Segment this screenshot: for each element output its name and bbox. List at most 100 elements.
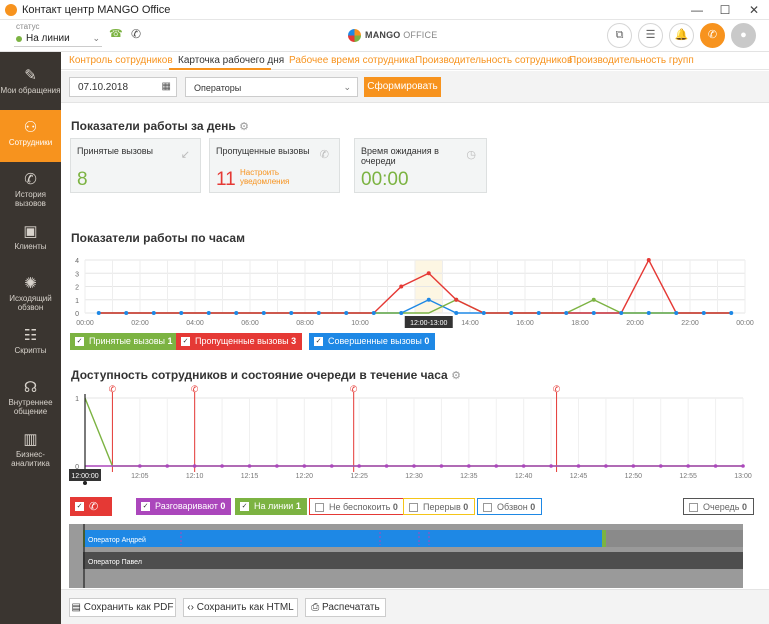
missed-call-icon[interactable]: ✆ [131,27,141,41]
missed-calls-toggle[interactable]: ✓ ✆ [70,497,112,516]
sidebar-item-internal-chat[interactable]: ☊ Внутреннее общение [0,370,61,422]
missed-calls-card: Пропущенные вызовы ✆ 11 Настроить уведом… [209,138,340,193]
missed-call-icon: ✆ [191,385,199,395]
date-field[interactable]: 07.10.2018 ▦ [69,77,177,97]
card-title: Время ожидания в очереди [361,146,439,166]
sidebar-item-clients[interactable]: ▣ Клиенты [0,214,61,266]
minimize-button[interactable]: — [683,0,711,20]
legend-outbound[interactable]: Обзвон 0 [477,498,543,515]
checkbox-checked-icon: ✓ [181,337,190,346]
data-point [646,311,651,315]
missed-call-icon: ✆ [319,149,329,161]
y-tick-label: 2 [75,285,79,292]
data-point [412,464,416,468]
chevron-down-icon: ⌄ [92,33,100,43]
sidebar-item-scripts[interactable]: ☷ Скрипты [0,318,61,370]
active-tab-indicator [169,68,271,70]
app-header: статус На линии ⌄ ☎ ✆ MANGO OFFICE ⧉ ☰ 🔔… [0,20,769,52]
gear-icon[interactable]: ⚙ [451,370,461,382]
x-tick-label: 22:00 [681,320,699,327]
legend-queue[interactable]: Очередь 0 [683,498,754,515]
checkbox-checked-icon: ✓ [314,337,323,346]
filter-toolbar: 07.10.2018 ▦ Операторы ⌄ Сформировать [61,71,769,103]
data-point [439,464,444,468]
legend-missed-calls[interactable]: ✓ Пропущенные вызовы 3 [176,333,303,350]
status-caption: статус [16,22,40,31]
legend-break[interactable]: Перерыв 0 [403,498,476,515]
group-value: Операторы [194,83,242,93]
x-tick-label: 00:00 [76,320,94,327]
tab-employee-worktime[interactable]: Рабочее время сотрудника [289,55,415,66]
sidebar-item-my-requests[interactable]: ✎ Мои обращения [0,58,61,110]
x-tick-label: 12:45 [570,473,588,480]
tab-employee-performance[interactable]: Производительность сотрудников [415,55,572,66]
data-point [275,464,279,468]
copy-icon[interactable]: ⧉ [607,23,632,48]
group-select[interactable]: Операторы ⌄ [185,77,358,97]
data-point [576,464,581,468]
data-point [316,311,321,315]
sidebar-item-label: Скрипты [14,346,47,355]
status-select[interactable]: На линии ⌄ [14,31,102,47]
calendar-icon[interactable]: ▦ [162,81,171,92]
x-tick-label: 12:35 [460,473,478,480]
accepted-calls-card: Принятые вызовы ↙ 8 [70,138,201,193]
checkbox-empty-icon [409,503,418,512]
call-button[interactable]: ✆ [700,23,725,48]
brand-name: MANGO [365,30,401,40]
availability-title: Доступность сотрудников и состояние очер… [71,368,448,382]
data-point [674,311,679,315]
tooltip-label: 12:00:00 [71,473,98,480]
print-button[interactable]: ⎙ Распечатать [305,598,386,617]
list-icon[interactable]: ☰ [638,23,663,48]
sidebar: ✎ Мои обращения ⚇ Сотрудники ✆ История вызово… [0,52,61,624]
x-tick-label: 12:55 [679,473,697,480]
operator-row-status [83,552,743,569]
maximize-button[interactable]: ☐ [711,0,739,20]
gear-icon[interactable]: ⚙ [239,121,249,133]
tab-group-performance[interactable]: Производительность групп [569,55,694,66]
sidebar-item-label: Мои обращения [0,86,61,95]
x-tick-label: 14:00 [461,320,479,327]
data-point [371,311,376,315]
legend-online[interactable]: ✓ На линии 1 [235,498,307,515]
avatar[interactable]: ● [731,23,756,48]
hourly-stats-chart: 0 1 2 3 4 00:00 02:00 04:00 06:00 08:00 10:00 12:00… [75,258,754,328]
incoming-call-icon: ↙ [180,149,190,161]
close-window-button[interactable]: ✕ [740,0,768,20]
notification-settings-link[interactable]: Настроить уведомления [240,168,300,186]
x-tick-label: 12:50 [625,473,643,480]
y-tick-label: 4 [75,258,79,265]
sidebar-item-employees[interactable]: ⚇ Сотрудники [0,110,61,162]
sidebar-item-analytics[interactable]: ▥ Бизнес-аналитика [0,422,61,474]
checkbox-checked-icon: ✓ [75,337,84,346]
online-segment [602,530,606,547]
save-html-button[interactable]: ‹› Сохранить как HTML [183,598,298,617]
sidebar-item-call-history[interactable]: ✆ История вызовов [0,162,61,214]
missed-call-icon: ✆ [350,385,358,395]
generate-report-button[interactable]: Сформировать [364,77,441,97]
data-point [701,311,706,315]
phone-green-icon[interactable]: ☎ [109,27,123,40]
legend-do-not-disturb[interactable]: Не беспокоить 0 [309,498,405,515]
save-pdf-button[interactable]: ▤ Сохранить как PDF [69,598,176,617]
data-point [454,297,459,302]
tab-employee-control[interactable]: Контроль сотрудников [69,55,173,66]
status-value: На линии [26,33,70,44]
tab-workday-card[interactable]: Карточка рабочего дня [178,55,284,66]
data-point [165,464,170,468]
legend-talking[interactable]: ✓ Разговаривают 0 [136,498,232,515]
checkbox-empty-icon [315,503,324,512]
sidebar-item-label: История вызовов [14,190,47,208]
checkbox-empty-icon [483,503,492,512]
sidebar-item-outbound[interactable]: ✺ Исходящий обзвон [0,266,61,318]
legend-made-calls[interactable]: ✓ Совершенные вызовы 0 [309,333,436,350]
x-tick-label: 12:05 [131,473,149,480]
offline-segment [606,530,743,547]
x-tick-label: 20:00 [626,320,644,327]
missed-call-icon: ✆ [89,501,99,513]
y-tick-label: 1 [75,298,79,305]
bell-icon[interactable]: 🔔 [669,23,694,48]
data-point [454,311,459,315]
legend-accepted-calls[interactable]: ✓ Принятые вызовы 1 [70,333,179,350]
